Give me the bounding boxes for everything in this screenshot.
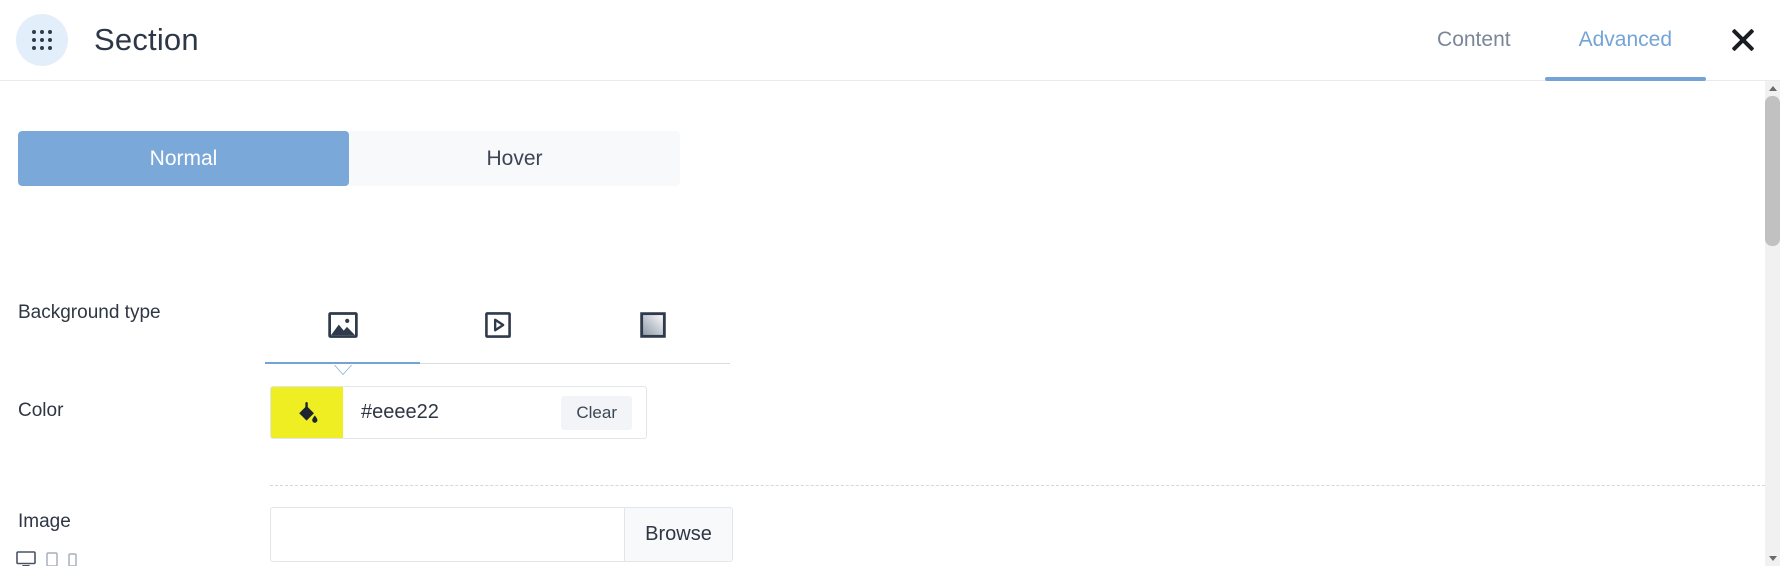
desktop-icon[interactable] <box>16 551 36 566</box>
panel-body: Normal Hover Background type Color #eeee… <box>0 81 1780 566</box>
image-field: Browse <box>270 507 733 562</box>
video-icon <box>484 311 511 338</box>
grid-dots-glyph <box>32 30 52 50</box>
panel-scrollbar[interactable] <box>1765 81 1780 566</box>
background-type-row: Background type <box>0 286 1780 382</box>
tab-content[interactable]: Content <box>1403 0 1545 81</box>
color-swatch-button[interactable] <box>271 387 343 438</box>
clear-color-button[interactable]: Clear <box>561 395 632 430</box>
paint-bucket-icon <box>299 401 318 423</box>
scrollbar-thumb[interactable] <box>1765 96 1780 246</box>
row-divider <box>270 485 1780 486</box>
background-type-image[interactable] <box>265 286 420 374</box>
tablet-icon[interactable] <box>46 552 58 566</box>
close-icon <box>1730 27 1756 53</box>
browse-button[interactable]: Browse <box>624 508 732 561</box>
tab-advanced[interactable]: Advanced <box>1544 0 1707 81</box>
panel-tabs: Content Advanced <box>1403 0 1707 81</box>
scroll-up-icon[interactable] <box>1765 81 1780 96</box>
gradient-icon <box>639 311 666 338</box>
panel-header: Section Content Advanced <box>0 0 1780 81</box>
color-row: Color #eeee22 Clear <box>0 386 1780 486</box>
image-icon <box>327 311 358 338</box>
mobile-icon[interactable] <box>68 553 77 566</box>
image-url-input[interactable] <box>271 508 624 561</box>
state-button-normal[interactable]: Normal <box>18 131 349 186</box>
background-type-video[interactable] <box>420 286 575 363</box>
scroll-down-icon[interactable] <box>1765 551 1780 566</box>
close-button[interactable] <box>1706 0 1780 81</box>
grid-dots-icon[interactable] <box>16 14 68 66</box>
color-field: #eeee22 Clear <box>270 386 647 439</box>
active-tab-caret <box>333 364 352 374</box>
background-type-label: Background type <box>18 302 161 323</box>
color-label: Color <box>18 400 64 421</box>
image-label: Image <box>18 511 71 532</box>
background-type-options <box>265 286 730 374</box>
state-button-hover[interactable]: Hover <box>349 131 680 186</box>
image-row: Image Browse <box>0 499 1780 566</box>
color-value-input[interactable]: #eeee22 <box>343 387 561 438</box>
responsive-device-switcher <box>16 551 77 566</box>
page-title: Section <box>94 22 199 57</box>
state-toggle-group: Normal Hover <box>18 131 680 186</box>
background-type-gradient[interactable] <box>575 286 730 363</box>
section-settings-panel: Section Content Advanced Normal Hover Ba… <box>0 0 1780 566</box>
